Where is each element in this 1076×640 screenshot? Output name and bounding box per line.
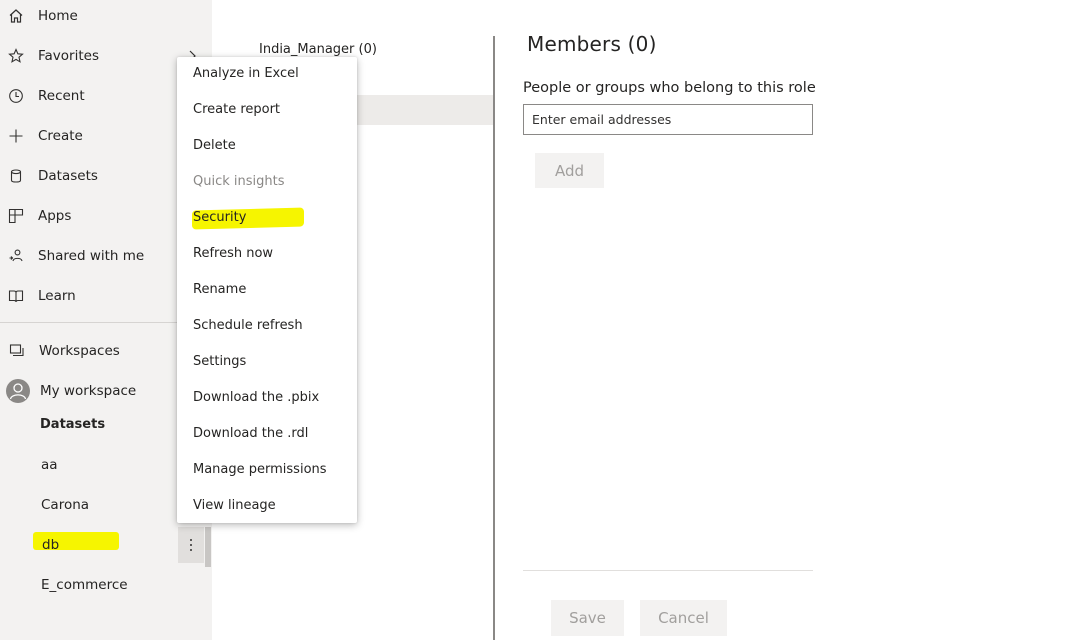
star-icon bbox=[7, 47, 25, 65]
section-heading-datasets: Datasets bbox=[40, 417, 106, 432]
more-dot-icon bbox=[190, 549, 192, 551]
nav-label-home: Home bbox=[38, 8, 78, 24]
shared-icon bbox=[7, 247, 25, 265]
menu-item-delete[interactable]: Delete bbox=[177, 129, 357, 165]
avatar bbox=[6, 379, 30, 403]
dataset-label: Carona bbox=[41, 497, 90, 513]
menu-item-settings[interactable]: Settings bbox=[177, 345, 357, 381]
nav-label-shared-with-me: Shared with me bbox=[38, 248, 145, 264]
menu-item-download-rdl[interactable]: Download the .rdl bbox=[177, 417, 357, 453]
panel-divider bbox=[493, 36, 495, 640]
cancel-button[interactable]: Cancel bbox=[640, 600, 727, 636]
menu-item-security[interactable]: Security bbox=[177, 201, 357, 237]
dataset-label: db bbox=[42, 537, 60, 553]
members-title: Members (0) bbox=[527, 32, 657, 56]
nav-item-home[interactable]: Home bbox=[0, 0, 212, 34]
menu-item-label: Rename bbox=[193, 282, 247, 297]
workspaces-icon bbox=[8, 342, 26, 360]
database-icon bbox=[7, 167, 25, 185]
nav-label-datasets: Datasets bbox=[38, 168, 98, 184]
more-dot-icon bbox=[190, 544, 192, 546]
nav-label-workspaces: Workspaces bbox=[39, 343, 120, 359]
add-button[interactable]: Add bbox=[535, 153, 604, 188]
menu-item-label: Delete bbox=[193, 138, 236, 153]
menu-item-label: Analyze in Excel bbox=[193, 66, 299, 81]
dataset-label: E_commerce bbox=[41, 577, 128, 593]
nav-label-create: Create bbox=[38, 128, 83, 144]
menu-item-label: Manage permissions bbox=[193, 462, 327, 477]
footer-divider bbox=[523, 570, 813, 571]
dataset-label: aa bbox=[41, 457, 58, 473]
menu-item-label: Refresh now bbox=[193, 246, 274, 261]
plus-icon bbox=[7, 127, 25, 145]
nav-label-my-workspace: My workspace bbox=[40, 383, 137, 399]
menu-item-schedule-refresh[interactable]: Schedule refresh bbox=[177, 309, 357, 345]
menu-item-download-pbix[interactable]: Download the .pbix bbox=[177, 381, 357, 417]
email-input[interactable] bbox=[523, 104, 813, 135]
menu-item-label: Schedule refresh bbox=[193, 318, 303, 333]
menu-item-label: View lineage bbox=[193, 498, 276, 513]
more-dot-icon bbox=[190, 539, 192, 541]
context-menu: Analyze in Excel Create report Delete Qu… bbox=[177, 57, 357, 523]
members-description: People or groups who belong to this role bbox=[523, 80, 816, 96]
book-icon bbox=[7, 287, 25, 305]
save-button[interactable]: Save bbox=[551, 600, 624, 636]
nav-scrollbar-thumb[interactable] bbox=[205, 527, 211, 567]
role-item-india-manager[interactable]: India_Manager (0) bbox=[259, 42, 377, 57]
menu-item-label: Download the .rdl bbox=[193, 426, 309, 441]
menu-item-label: Settings bbox=[193, 354, 247, 369]
dataset-item-e-commerce[interactable]: E_commerce bbox=[0, 568, 212, 604]
menu-item-create-report[interactable]: Create report bbox=[177, 93, 357, 129]
more-options-button[interactable] bbox=[178, 527, 204, 563]
nav-label-favorites: Favorites bbox=[38, 48, 99, 64]
nav-label-recent: Recent bbox=[38, 88, 85, 104]
menu-item-label: Security bbox=[193, 210, 247, 225]
menu-item-view-lineage[interactable]: View lineage bbox=[177, 489, 357, 525]
menu-item-rename[interactable]: Rename bbox=[177, 273, 357, 309]
clock-icon bbox=[7, 87, 25, 105]
apps-icon bbox=[7, 207, 25, 225]
nav-label-apps: Apps bbox=[38, 208, 72, 224]
menu-item-label: Download the .pbix bbox=[193, 390, 320, 405]
menu-item-quick-insights: Quick insights bbox=[177, 165, 357, 201]
menu-item-analyze-in-excel[interactable]: Analyze in Excel bbox=[177, 57, 357, 93]
menu-item-refresh-now[interactable]: Refresh now bbox=[177, 237, 357, 273]
menu-item-label: Create report bbox=[193, 102, 281, 117]
menu-item-manage-permissions[interactable]: Manage permissions bbox=[177, 453, 357, 489]
nav-label-learn: Learn bbox=[38, 288, 76, 304]
home-icon bbox=[7, 7, 25, 25]
menu-item-label: Quick insights bbox=[193, 174, 285, 189]
